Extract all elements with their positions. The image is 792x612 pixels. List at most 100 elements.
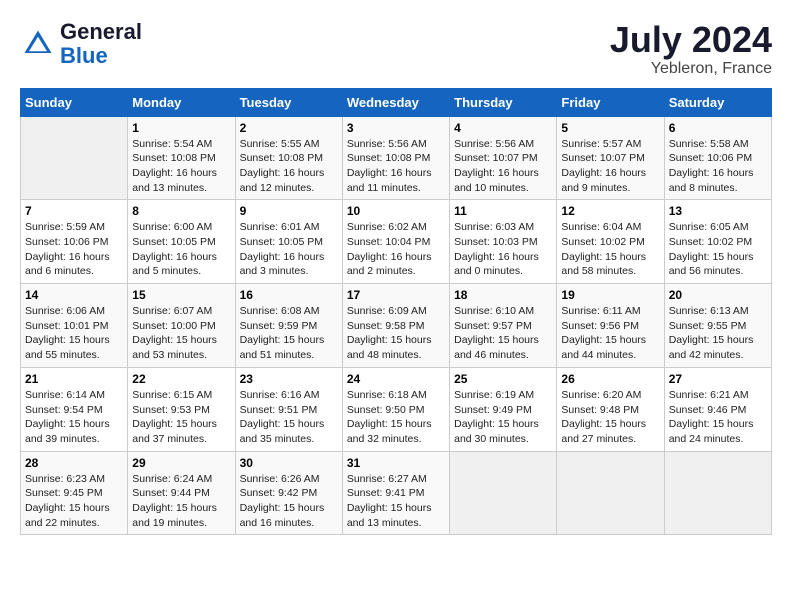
day-info: Sunrise: 6:16 AMSunset: 9:51 PMDaylight:… <box>240 388 338 447</box>
calendar-cell <box>21 116 128 200</box>
calendar-cell: 11 Sunrise: 6:03 AMSunset: 10:03 PMDaylig… <box>450 200 557 284</box>
calendar-cell: 29 Sunrise: 6:24 AMSunset: 9:44 PMDayligh… <box>128 451 235 535</box>
weekday-header-friday: Friday <box>557 88 664 116</box>
page-header: General Blue July 2024 Yebleron, France <box>20 20 772 78</box>
month-year: July 2024 <box>610 20 772 60</box>
calendar-cell: 28 Sunrise: 6:23 AMSunset: 9:45 PMDayligh… <box>21 451 128 535</box>
weekday-header-row: SundayMondayTuesdayWednesdayThursdayFrid… <box>21 88 772 116</box>
day-number: 4 <box>454 121 552 135</box>
calendar-cell: 18 Sunrise: 6:10 AMSunset: 9:57 PMDayligh… <box>450 284 557 368</box>
day-info: Sunrise: 6:09 AMSunset: 9:58 PMDaylight:… <box>347 304 445 363</box>
day-number: 18 <box>454 288 552 302</box>
calendar-cell: 10 Sunrise: 6:02 AMSunset: 10:04 PMDaylig… <box>342 200 449 284</box>
day-number: 21 <box>25 372 123 386</box>
day-info: Sunrise: 6:21 AMSunset: 9:46 PMDaylight:… <box>669 388 767 447</box>
calendar-cell <box>557 451 664 535</box>
day-number: 2 <box>240 121 338 135</box>
day-info: Sunrise: 6:06 AMSunset: 10:01 PMDaylight… <box>25 304 123 363</box>
day-info: Sunrise: 5:59 AMSunset: 10:06 PMDaylight… <box>25 220 123 279</box>
weekday-header-tuesday: Tuesday <box>235 88 342 116</box>
calendar-cell: 20 Sunrise: 6:13 AMSunset: 9:55 PMDayligh… <box>664 284 771 368</box>
weekday-header-wednesday: Wednesday <box>342 88 449 116</box>
day-number: 17 <box>347 288 445 302</box>
day-number: 19 <box>561 288 659 302</box>
day-info: Sunrise: 6:11 AMSunset: 9:56 PMDaylight:… <box>561 304 659 363</box>
calendar-cell: 8Sunrise: 6:00 AMSunset: 10:05 PMDayligh… <box>128 200 235 284</box>
calendar-cell <box>664 451 771 535</box>
calendar-cell: 19 Sunrise: 6:11 AMSunset: 9:56 PMDayligh… <box>557 284 664 368</box>
calendar-week-1: 1 Sunrise: 5:54 AMSunset: 10:08 PMDayligh… <box>21 116 772 200</box>
day-number: 27 <box>669 372 767 386</box>
calendar-cell: 4 Sunrise: 5:56 AMSunset: 10:07 PMDayligh… <box>450 116 557 200</box>
day-info: Sunrise: 5:56 AMSunset: 10:08 PMDaylight… <box>347 137 445 196</box>
calendar-cell: 6 Sunrise: 5:58 AMSunset: 10:06 PMDayligh… <box>664 116 771 200</box>
day-number: 29 <box>132 456 230 470</box>
day-number: 12 <box>561 204 659 218</box>
day-info: Sunrise: 6:07 AMSunset: 10:00 PMDaylight… <box>132 304 230 363</box>
logo-text: General Blue <box>60 20 142 68</box>
weekday-header-saturday: Saturday <box>664 88 771 116</box>
calendar-cell: 21 Sunrise: 6:14 AMSunset: 9:54 PMDayligh… <box>21 367 128 451</box>
calendar-cell: 13 Sunrise: 6:05 AMSunset: 10:02 PMDaylig… <box>664 200 771 284</box>
day-info: Sunrise: 6:27 AMSunset: 9:41 PMDaylight:… <box>347 472 445 531</box>
calendar-cell <box>450 451 557 535</box>
day-number: 24 <box>347 372 445 386</box>
day-number: 25 <box>454 372 552 386</box>
day-number: 7 <box>25 204 123 218</box>
calendar-cell: 12 Sunrise: 6:04 AMSunset: 10:02 PMDaylig… <box>557 200 664 284</box>
calendar-cell: 1 Sunrise: 5:54 AMSunset: 10:08 PMDayligh… <box>128 116 235 200</box>
day-info: Sunrise: 6:02 AMSunset: 10:04 PMDaylight… <box>347 220 445 279</box>
day-number: 30 <box>240 456 338 470</box>
day-number: 15 <box>132 288 230 302</box>
day-info: Sunrise: 6:15 AMSunset: 9:53 PMDaylight:… <box>132 388 230 447</box>
day-number: 8 <box>132 204 230 218</box>
day-info: Sunrise: 6:23 AMSunset: 9:45 PMDaylight:… <box>25 472 123 531</box>
day-info: Sunrise: 5:54 AMSunset: 10:08 PMDaylight… <box>132 137 230 196</box>
calendar-cell: 14Sunrise: 6:06 AMSunset: 10:01 PMDaylig… <box>21 284 128 368</box>
day-info: Sunrise: 6:01 AMSunset: 10:05 PMDaylight… <box>240 220 338 279</box>
calendar-table: SundayMondayTuesdayWednesdayThursdayFrid… <box>20 88 772 536</box>
weekday-header-sunday: Sunday <box>21 88 128 116</box>
calendar-cell: 25 Sunrise: 6:19 AMSunset: 9:49 PMDayligh… <box>450 367 557 451</box>
day-number: 3 <box>347 121 445 135</box>
day-info: Sunrise: 5:58 AMSunset: 10:06 PMDaylight… <box>669 137 767 196</box>
calendar-cell: 27 Sunrise: 6:21 AMSunset: 9:46 PMDayligh… <box>664 367 771 451</box>
day-info: Sunrise: 5:57 AMSunset: 10:07 PMDaylight… <box>561 137 659 196</box>
calendar-cell: 22Sunrise: 6:15 AMSunset: 9:53 PMDayligh… <box>128 367 235 451</box>
day-info: Sunrise: 6:08 AMSunset: 9:59 PMDaylight:… <box>240 304 338 363</box>
location: Yebleron, France <box>610 60 772 78</box>
day-number: 1 <box>132 121 230 135</box>
day-info: Sunrise: 6:20 AMSunset: 9:48 PMDaylight:… <box>561 388 659 447</box>
day-info: Sunrise: 6:19 AMSunset: 9:49 PMDaylight:… <box>454 388 552 447</box>
day-number: 6 <box>669 121 767 135</box>
weekday-header-thursday: Thursday <box>450 88 557 116</box>
day-info: Sunrise: 6:10 AMSunset: 9:57 PMDaylight:… <box>454 304 552 363</box>
day-number: 31 <box>347 456 445 470</box>
calendar-cell: 30Sunrise: 6:26 AMSunset: 9:42 PMDayligh… <box>235 451 342 535</box>
day-info: Sunrise: 5:56 AMSunset: 10:07 PMDaylight… <box>454 137 552 196</box>
day-info: Sunrise: 6:14 AMSunset: 9:54 PMDaylight:… <box>25 388 123 447</box>
calendar-cell: 7 Sunrise: 5:59 AMSunset: 10:06 PMDayligh… <box>21 200 128 284</box>
day-number: 11 <box>454 204 552 218</box>
day-info: Sunrise: 6:13 AMSunset: 9:55 PMDaylight:… <box>669 304 767 363</box>
weekday-header-monday: Monday <box>128 88 235 116</box>
day-number: 20 <box>669 288 767 302</box>
day-info: Sunrise: 6:05 AMSunset: 10:02 PMDaylight… <box>669 220 767 279</box>
day-info: Sunrise: 6:03 AMSunset: 10:03 PMDaylight… <box>454 220 552 279</box>
calendar-cell: 31 Sunrise: 6:27 AMSunset: 9:41 PMDayligh… <box>342 451 449 535</box>
logo-icon <box>20 26 56 62</box>
calendar-cell: 9 Sunrise: 6:01 AMSunset: 10:05 PMDayligh… <box>235 200 342 284</box>
calendar-week-4: 21 Sunrise: 6:14 AMSunset: 9:54 PMDayligh… <box>21 367 772 451</box>
day-number: 10 <box>347 204 445 218</box>
day-number: 26 <box>561 372 659 386</box>
day-number: 13 <box>669 204 767 218</box>
day-number: 9 <box>240 204 338 218</box>
day-info: Sunrise: 6:04 AMSunset: 10:02 PMDaylight… <box>561 220 659 279</box>
calendar-cell: 2Sunrise: 5:55 AMSunset: 10:08 PMDayligh… <box>235 116 342 200</box>
day-number: 28 <box>25 456 123 470</box>
day-info: Sunrise: 6:18 AMSunset: 9:50 PMDaylight:… <box>347 388 445 447</box>
day-info: Sunrise: 6:24 AMSunset: 9:44 PMDaylight:… <box>132 472 230 531</box>
calendar-cell: 24 Sunrise: 6:18 AMSunset: 9:50 PMDayligh… <box>342 367 449 451</box>
calendar-cell: 3 Sunrise: 5:56 AMSunset: 10:08 PMDayligh… <box>342 116 449 200</box>
calendar-cell: 16Sunrise: 6:08 AMSunset: 9:59 PMDayligh… <box>235 284 342 368</box>
